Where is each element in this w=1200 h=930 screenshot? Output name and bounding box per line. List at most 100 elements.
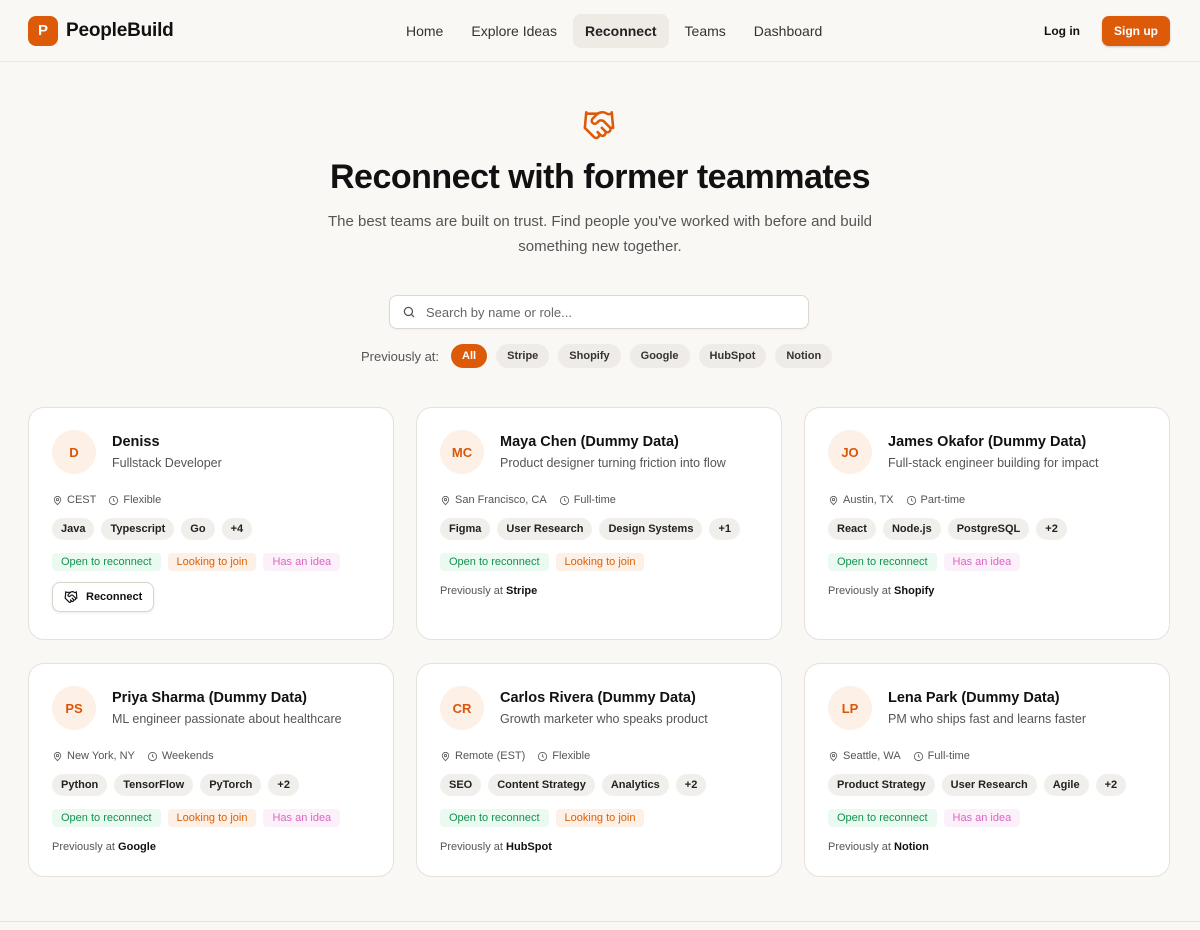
availability: Flexible [108, 494, 161, 506]
person-card[interactable]: D Deniss Fullstack Developer CEST Flexib… [28, 407, 394, 640]
filter-label: Previously at: [361, 348, 440, 364]
location: CEST [52, 494, 96, 506]
availability: Flexible [537, 750, 590, 762]
avatar: MC [440, 430, 484, 474]
skill-chip: Go [181, 518, 215, 540]
skill-more-chip[interactable]: +2 [675, 774, 707, 796]
nav-reconnect[interactable]: Reconnect [572, 14, 669, 48]
status-badge-open: Open to reconnect [52, 553, 161, 571]
person-card[interactable]: CR Carlos Rivera (Dummy Data) Growth mar… [416, 663, 782, 877]
filter-chip-all[interactable]: All [451, 344, 488, 368]
person-card[interactable]: PS Priya Sharma (Dummy Data) ML engineer… [28, 663, 394, 877]
map-pin-icon [53, 495, 62, 505]
previous-company: Previously at Notion [828, 841, 929, 853]
company-filter: Previously at: All Stripe Shopify Google… [361, 344, 833, 368]
filter-chip-shopify[interactable]: Shopify [558, 344, 621, 368]
person-role: Growth marketer who speaks product [500, 712, 708, 726]
handshake-icon [64, 591, 78, 603]
skill-more-chip[interactable]: +2 [1036, 518, 1067, 540]
person-card[interactable]: MC Maya Chen (Dummy Data) Product design… [416, 407, 782, 640]
signup-button[interactable]: Sign up [1102, 16, 1170, 46]
logo[interactable]: P PeopleBuild [28, 15, 174, 46]
nav-teams[interactable]: Teams [673, 14, 738, 48]
avatar: CR [440, 686, 484, 730]
skill-chip: Content Strategy [488, 774, 595, 796]
person-card[interactable]: LP Lena Park (Dummy Data) PM who ships f… [804, 663, 1170, 877]
reconnect-label: Reconnect [86, 591, 143, 603]
person-name: Maya Chen (Dummy Data) [500, 434, 679, 450]
person-card[interactable]: JO James Okafor (Dummy Data) Full-stack … [804, 407, 1170, 640]
person-name: Deniss [112, 434, 160, 450]
clock-icon [559, 495, 569, 505]
filter-chip-stripe[interactable]: Stripe [496, 344, 550, 368]
search-icon [403, 306, 415, 318]
person-role: Full-stack engineer building for impact [888, 456, 1099, 470]
skill-more-chip[interactable]: +2 [268, 774, 299, 796]
map-pin-icon [53, 751, 62, 761]
skill-more-chip[interactable]: +4 [221, 518, 253, 540]
clock-icon [538, 751, 548, 761]
main-nav: Home Explore Ideas Reconnect Teams Dashb… [394, 14, 834, 48]
brand-name: PeopleBuild [66, 19, 174, 41]
avatar: JO [828, 430, 872, 474]
skill-more-chip[interactable]: +1 [709, 518, 740, 540]
location: San Francisco, CA [440, 494, 547, 506]
availability: Full-time [913, 750, 970, 762]
status-badge-join: Looking to join [555, 809, 645, 827]
page-subtitle: The best teams are built on trust. Find … [327, 213, 872, 255]
person-role: Fullstack Developer [112, 456, 222, 470]
company-name: Shopify [894, 585, 935, 597]
nav-explore-ideas[interactable]: Explore Ideas [459, 14, 569, 48]
skill-chip: PostgreSQL [947, 518, 1030, 540]
avatar: D [52, 430, 96, 474]
clock-icon [147, 751, 157, 761]
logo-mark: P [28, 15, 58, 46]
status-badge-join: Looking to join [167, 809, 257, 827]
status-badge-open: Open to reconnect [52, 809, 161, 827]
person-role: ML engineer passionate about healthcare [112, 712, 342, 726]
location: New York, NY [52, 750, 135, 762]
skill-chip: Analytics [601, 774, 669, 796]
status-badge-open: Open to reconnect [440, 809, 549, 827]
status-badge-idea: Has an idea [943, 809, 1021, 827]
skill-more-chip[interactable]: +2 [1095, 774, 1127, 796]
filter-chip-google[interactable]: Google [629, 344, 690, 368]
availability: Part-time [906, 494, 965, 506]
reconnect-button[interactable]: Reconnect [52, 582, 155, 612]
nav-dashboard[interactable]: Dashboard [742, 14, 835, 48]
skill-chip: Java [52, 518, 95, 540]
status-badge-open: Open to reconnect [828, 809, 937, 827]
previous-company: Previously at Google [52, 841, 156, 853]
avatar: LP [828, 686, 872, 730]
footer-divider [0, 921, 1200, 922]
status-badge-idea: Has an idea [943, 553, 1021, 571]
login-link[interactable]: Log in [1044, 24, 1080, 38]
clock-icon [109, 495, 119, 505]
filter-chip-notion[interactable]: Notion [775, 344, 833, 368]
skill-chip: Figma [440, 518, 491, 540]
company-name: Stripe [506, 585, 538, 597]
search-input[interactable] [426, 304, 786, 320]
skill-chip: Agile [1043, 774, 1089, 796]
clock-icon [913, 751, 923, 761]
clock-icon [906, 495, 916, 505]
status-badge-open: Open to reconnect [440, 553, 549, 571]
skill-chip: Node.js [882, 518, 941, 540]
status-badge-open: Open to reconnect [828, 553, 937, 571]
skill-chip: SEO [440, 774, 482, 796]
page-title: Reconnect with former teammates [330, 158, 871, 196]
skill-chip: TensorFlow [114, 774, 194, 796]
map-pin-icon [441, 751, 450, 761]
skill-chip: React [828, 518, 876, 540]
person-role: PM who ships fast and learns faster [888, 712, 1087, 726]
nav-home[interactable]: Home [394, 14, 455, 48]
search-bar [389, 295, 809, 329]
previous-company: Previously at Stripe [440, 585, 538, 597]
filter-chip-hubspot[interactable]: HubSpot [698, 344, 767, 368]
skill-chip: Python [52, 774, 108, 796]
skill-chip: PyTorch [200, 774, 262, 796]
auth-actions: Log in Sign up [1044, 16, 1170, 46]
company-name: HubSpot [506, 841, 552, 853]
availability: Weekends [147, 750, 214, 762]
top-navbar: P PeopleBuild Home Explore Ideas Reconne… [0, 0, 1200, 62]
